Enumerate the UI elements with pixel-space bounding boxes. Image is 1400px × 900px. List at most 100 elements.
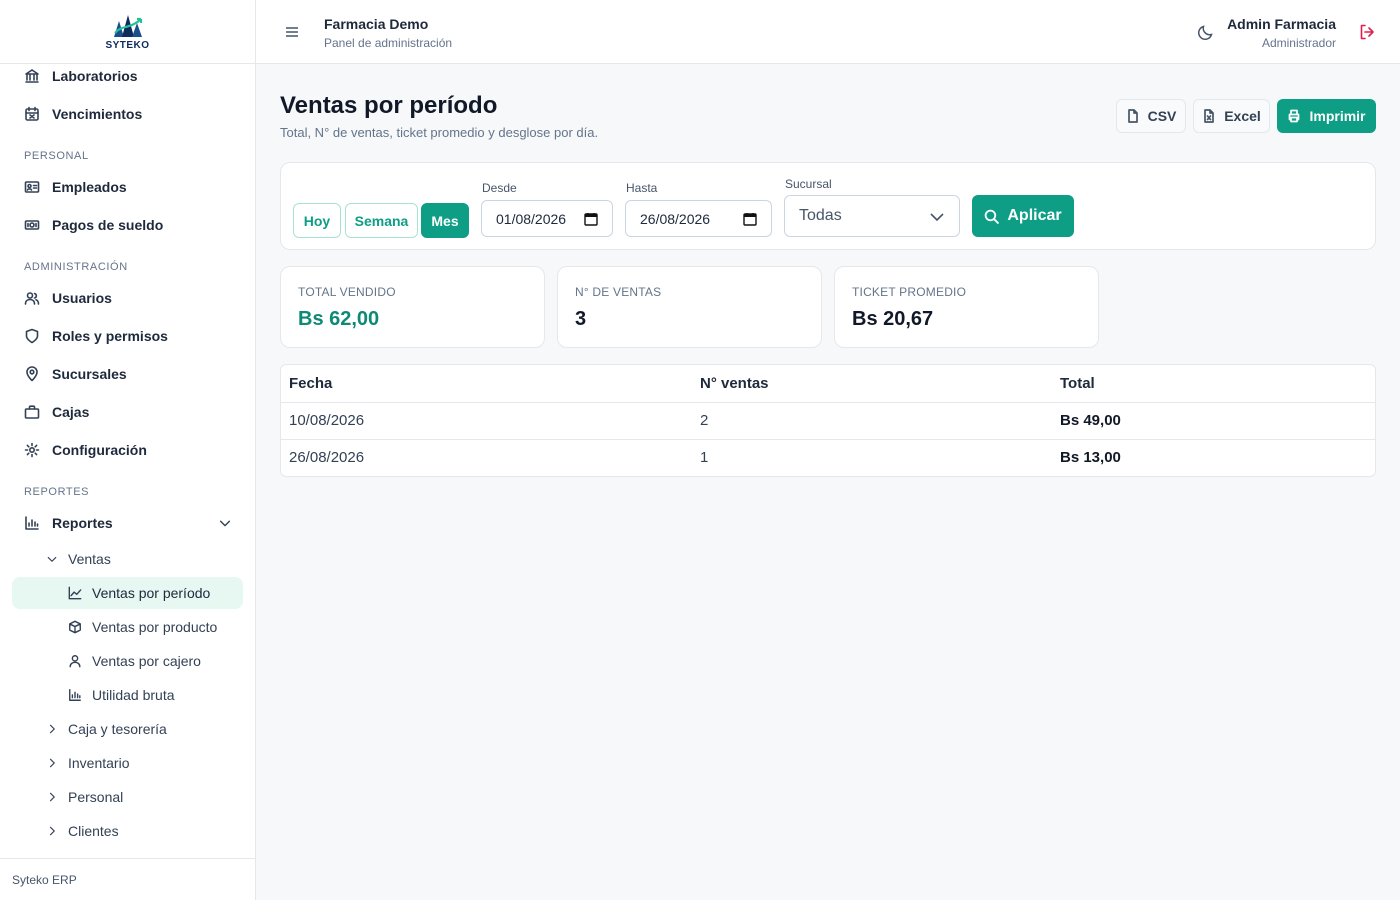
logo-icon xyxy=(113,14,142,37)
top-header: Farmacia Demo Panel de administración Ad… xyxy=(256,0,1400,64)
export-excel-button[interactable]: Excel xyxy=(1193,99,1270,133)
map-pin-icon xyxy=(26,366,38,382)
sidebar-item-utilidad-bruta[interactable]: Utilidad bruta xyxy=(68,687,175,703)
file-icon xyxy=(1127,109,1138,123)
sidebar-item-vencimientos[interactable]: Vencimientos xyxy=(24,106,142,122)
sidebar-item-label: Configuración xyxy=(52,442,147,458)
quick-filter-semana[interactable]: Semana xyxy=(345,203,418,238)
cell-ventas: 2 xyxy=(700,412,709,429)
sidebar-group-clientes[interactable]: Clientes xyxy=(46,823,119,839)
cash-icon xyxy=(24,220,40,230)
sales-table: Fecha N° ventas Total 10/08/2026 2 Bs 49… xyxy=(280,364,1376,477)
cell-total: Bs 49,00 xyxy=(1060,412,1121,429)
sidebar-item-usuarios[interactable]: Usuarios xyxy=(24,290,112,306)
column-header-total[interactable]: Total xyxy=(1060,375,1095,392)
sidebar-item-label: Reportes xyxy=(52,515,113,531)
print-button[interactable]: Imprimir xyxy=(1277,99,1376,133)
sidebar: SYTEKO Laboratorios Vencimientos PERSONA… xyxy=(0,0,256,900)
cell-fecha: 26/08/2026 xyxy=(289,449,365,466)
sidebar-group-label: Inventario xyxy=(68,755,130,771)
sidebar-footer: Syteko ERP xyxy=(0,858,255,900)
sidebar-item-label: Cajas xyxy=(52,404,90,420)
section-label-reportes: REPORTES xyxy=(24,486,90,498)
users-icon xyxy=(24,292,40,305)
stat-value: Bs 62,00 xyxy=(298,308,380,330)
logout-icon[interactable] xyxy=(1358,23,1376,41)
user-role: Administrador xyxy=(1261,36,1336,50)
sidebar-item-label: Empleados xyxy=(52,179,127,195)
hasta-date-input[interactable]: 26/08/2026 xyxy=(625,200,772,237)
calendar-icon[interactable] xyxy=(584,212,598,226)
shield-icon xyxy=(25,328,39,344)
org-subtitle: Panel de administración xyxy=(324,36,453,50)
menu-icon[interactable] xyxy=(284,25,300,39)
briefcase-icon xyxy=(24,405,40,419)
sidebar-item-cajas[interactable]: Cajas xyxy=(24,404,89,420)
sidebar-group-personal[interactable]: Personal xyxy=(46,789,123,805)
select-value: Todas xyxy=(799,207,842,224)
sidebar-group-caja-tesoreria[interactable]: Caja y tesorería xyxy=(46,721,167,737)
sidebar-group-inventario[interactable]: Inventario xyxy=(46,755,129,771)
sidebar-group-label: Clientes xyxy=(68,823,119,839)
sidebar-item-label: Laboratorios xyxy=(52,68,138,84)
column-header-ventas[interactable]: N° ventas xyxy=(700,375,769,392)
sidebar-item-pagos-de-sueldo[interactable]: Pagos de sueldo xyxy=(24,217,163,233)
export-csv-button[interactable]: CSV xyxy=(1116,99,1186,133)
sidebar-item-label: Vencimientos xyxy=(52,106,143,122)
sidebar-item-label: Ventas por cajero xyxy=(92,653,201,669)
sidebar-item-label: Roles y permisos xyxy=(52,328,168,344)
stat-card-numero-ventas: N° DE VENTAS 3 xyxy=(557,266,822,348)
stat-card-total-vendido: TOTAL VENDIDO Bs 62,00 xyxy=(280,266,545,348)
sidebar-item-laboratorios[interactable]: Laboratorios xyxy=(24,68,138,84)
column-header-fecha[interactable]: Fecha xyxy=(289,375,332,392)
org-name: Farmacia Demo xyxy=(324,16,429,32)
quick-filter-hoy[interactable]: Hoy xyxy=(293,203,341,238)
logo-text: SYTEKO xyxy=(105,39,150,51)
divider xyxy=(281,439,1375,440)
id-card-icon xyxy=(24,181,40,193)
sidebar-item-ventas-por-cajero[interactable]: Ventas por cajero xyxy=(68,653,201,669)
sidebar-item-label: Pagos de sueldo xyxy=(52,217,164,233)
sidebar-item-reportes[interactable]: Reportes xyxy=(24,515,232,531)
cell-total: Bs 13,00 xyxy=(1060,449,1121,466)
divider xyxy=(281,402,1375,403)
sidebar-item-label: Ventas por período xyxy=(92,585,211,601)
desde-label: Desde xyxy=(482,181,517,195)
sidebar-item-empleados[interactable]: Empleados xyxy=(24,179,127,195)
desde-date-input[interactable]: 01/08/2026 xyxy=(481,200,613,237)
quick-filter-mes[interactable]: Mes xyxy=(421,203,469,238)
button-label: CSV xyxy=(1147,108,1177,124)
logo[interactable]: SYTEKO xyxy=(0,0,255,64)
sidebar-item-roles-y-permisos[interactable]: Roles y permisos xyxy=(24,328,168,344)
page-title: Ventas por período xyxy=(280,92,498,119)
user-name: Admin Farmacia xyxy=(1227,16,1336,32)
sidebar-item-label: Ventas por producto xyxy=(92,619,218,635)
sidebar-group-ventas[interactable]: Ventas xyxy=(46,551,111,567)
sidebar-item-label: Utilidad bruta xyxy=(92,687,175,703)
chevron-right-icon xyxy=(49,826,55,836)
stat-label: N° DE VENTAS xyxy=(575,285,662,299)
sidebar-item-configuracion[interactable]: Configuración xyxy=(24,442,147,458)
stat-label: TICKET PROMEDIO xyxy=(852,285,967,299)
sidebar-group-label: Ventas xyxy=(68,551,111,567)
moon-icon[interactable] xyxy=(1196,22,1216,42)
sidebar-item-ventas-por-producto[interactable]: Ventas por producto xyxy=(68,619,217,635)
bar-chart-icon xyxy=(69,689,81,701)
button-label: Aplicar xyxy=(1007,207,1062,224)
chevron-down-icon xyxy=(930,213,944,222)
date-value: 26/08/2026 xyxy=(640,210,711,227)
section-label-administracion: ADMINISTRACIÓN xyxy=(24,261,128,273)
apply-button[interactable]: Aplicar xyxy=(972,195,1074,237)
user-icon xyxy=(69,655,81,668)
sidebar-group-label: Personal xyxy=(68,789,124,805)
sucursal-select[interactable]: Todas xyxy=(784,195,960,237)
stat-card-ticket-promedio: TICKET PROMEDIO Bs 20,67 xyxy=(834,266,1099,348)
calendar-icon[interactable] xyxy=(743,212,757,226)
page-subtitle: Total, N° de ventas, ticket promedio y d… xyxy=(280,125,599,140)
sidebar-item-sucursales[interactable]: Sucursales xyxy=(24,366,127,382)
calendar-x-icon xyxy=(25,106,39,121)
bar-chart-icon xyxy=(25,516,39,530)
button-label: Excel xyxy=(1224,108,1261,124)
section-label-personal: PERSONAL xyxy=(24,150,89,162)
sidebar-item-ventas-por-periodo[interactable]: Ventas por período xyxy=(68,585,210,601)
